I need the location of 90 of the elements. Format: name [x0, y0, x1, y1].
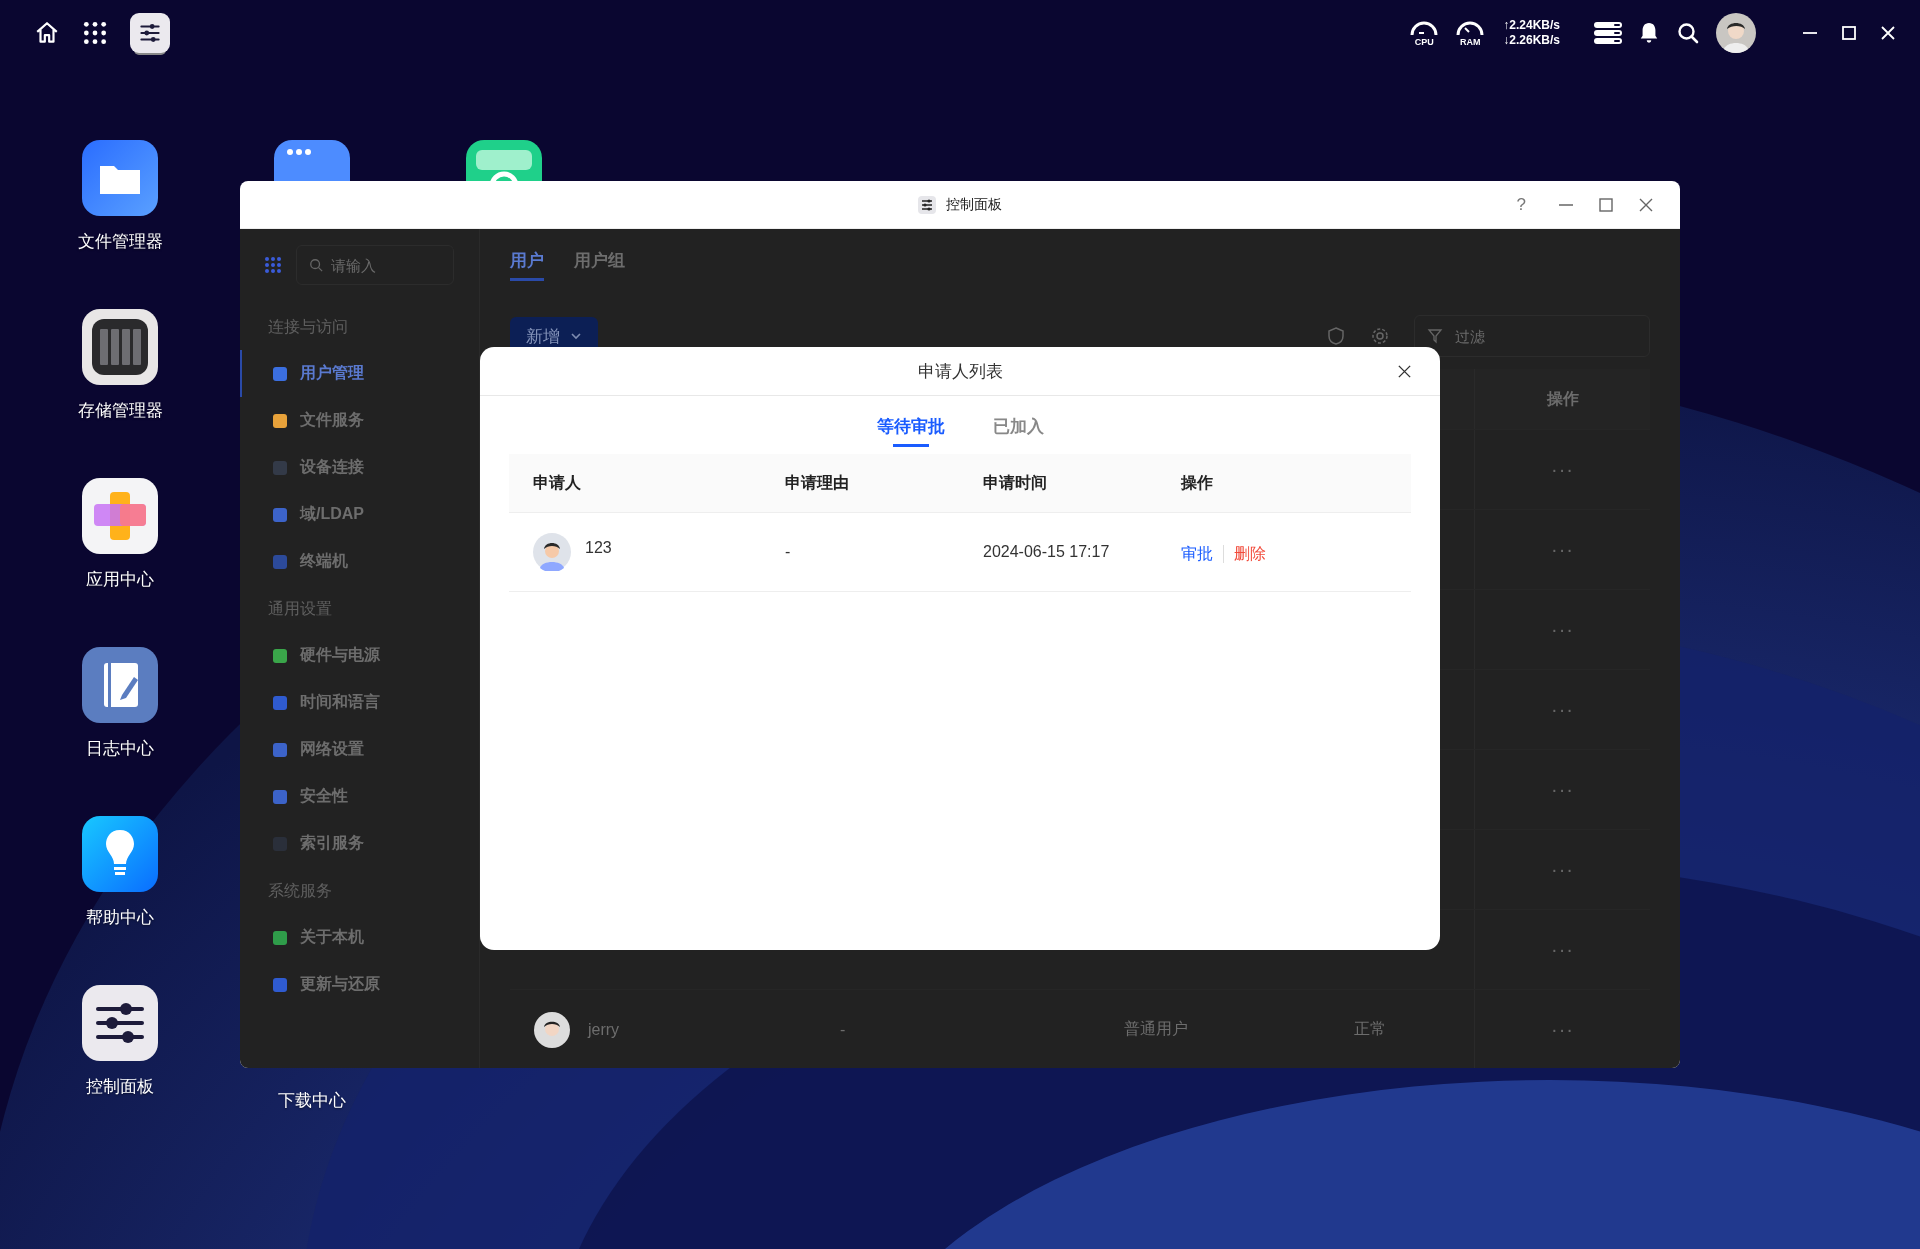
widgets-icon[interactable]	[1594, 21, 1622, 45]
sidebar-item[interactable]: 索引服务	[240, 820, 479, 867]
help-button[interactable]: ?	[1516, 195, 1526, 215]
notification-bell-icon[interactable]	[1638, 21, 1660, 45]
settings-icon[interactable]	[1370, 326, 1390, 346]
sidebar-item[interactable]: 安全性	[240, 773, 479, 820]
column-header: 申请人	[532, 472, 582, 493]
table-cell: 2024-06-15 17:17	[983, 543, 1110, 561]
tab[interactable]: 用户	[510, 243, 544, 281]
column-header: 操作	[1179, 472, 1214, 493]
column-header: 操作	[1474, 369, 1650, 429]
sidebar-item[interactable]: 域/LDAP	[240, 491, 479, 538]
table-cell: -	[840, 1020, 846, 1039]
more-button[interactable]: ···	[1551, 1018, 1574, 1041]
search-icon[interactable]	[1676, 21, 1700, 45]
shield-icon[interactable]	[1326, 326, 1346, 346]
sidebar-item[interactable]: 终端机	[240, 538, 479, 585]
square-icon	[272, 835, 288, 852]
upload-speed: ↑2.24KB/s	[1503, 18, 1560, 33]
avatar-icon[interactable]	[1716, 13, 1756, 53]
app-label[interactable]: 下载中心	[278, 1089, 346, 1112]
cpu-label: CPU	[1414, 37, 1434, 47]
square-icon	[272, 694, 288, 711]
more-button[interactable]: ···	[1551, 938, 1574, 961]
sidebar-item[interactable]: 更新与还原	[240, 961, 479, 1008]
sidebar-item[interactable]: 硬件与电源	[240, 632, 479, 679]
table-cell: -	[785, 543, 791, 561]
tab[interactable]: 已加入	[992, 408, 1044, 447]
more-button[interactable]: ···	[1551, 618, 1574, 641]
app-label[interactable]: 帮助中心	[86, 906, 154, 929]
more-button[interactable]: ···	[1551, 458, 1574, 481]
caret-icon	[570, 330, 582, 342]
square-icon	[272, 553, 288, 570]
square-icon	[272, 929, 288, 946]
sidebar-item[interactable]: 设备连接	[240, 444, 479, 491]
section-heading: 通用设置	[267, 599, 333, 619]
square-icon	[272, 976, 288, 993]
more-button[interactable]: ···	[1551, 538, 1574, 561]
app-label[interactable]: 应用中心	[86, 568, 154, 591]
tab[interactable]: 等待审批	[876, 408, 945, 447]
square-icon	[272, 506, 288, 523]
approve-link[interactable]: 审批	[1181, 543, 1213, 565]
storage-drives-app-icon[interactable]	[82, 309, 158, 385]
gauge-icon	[1455, 19, 1486, 37]
download-speed: ↓2.26KB/s	[1503, 33, 1560, 48]
square-icon	[272, 647, 288, 664]
app-label[interactable]: 日志中心	[86, 737, 154, 760]
sidebar-item[interactable]: 关于本机	[240, 914, 479, 961]
search-field[interactable]: 请输入	[296, 245, 454, 285]
app-label[interactable]: 控制面板	[86, 1075, 154, 1098]
more-button[interactable]: ···	[1551, 858, 1574, 881]
home-icon[interactable]	[34, 20, 60, 46]
sliders-app-icon[interactable]	[82, 985, 158, 1061]
avatar-icon	[533, 533, 571, 571]
control-panel-taskbar-icon[interactable]	[130, 13, 170, 53]
dialog-title: 申请人列表	[917, 360, 1003, 383]
close-icon[interactable]	[1397, 364, 1412, 379]
more-button[interactable]: ···	[1551, 698, 1574, 721]
square-icon	[272, 741, 288, 758]
gauge-icon	[1409, 19, 1440, 37]
app-grid-icon[interactable]	[82, 20, 108, 46]
square-icon	[272, 459, 288, 476]
square-icon	[272, 412, 288, 429]
window-title: 控制面板	[946, 195, 1002, 214]
delete-link[interactable]: 删除	[1234, 543, 1266, 565]
section-heading: 系统服务	[267, 881, 333, 901]
sidebar-item[interactable]: 时间和语言	[240, 679, 479, 726]
app-label[interactable]: 存储管理器	[77, 399, 163, 422]
sidebar-item[interactable]: 网络设置	[240, 726, 479, 773]
ram-label: RAM	[1460, 37, 1481, 47]
filter-field[interactable]: 过滤	[1414, 315, 1650, 357]
applicant-name: 123	[585, 539, 612, 557]
app-label[interactable]: 文件管理器	[77, 230, 163, 253]
table-cell-text: 正常	[1354, 1019, 1386, 1039]
user-name: jerry	[588, 1020, 620, 1039]
app-center-icon[interactable]	[82, 478, 158, 554]
tab[interactable]: 用户组	[574, 243, 625, 281]
section-heading: 连接与访问	[267, 317, 349, 337]
square-icon	[272, 365, 288, 382]
avatar-icon	[534, 1011, 570, 1048]
notebook-pen-icon[interactable]	[82, 647, 158, 723]
sidebar-item[interactable]: 文件服务	[240, 397, 479, 444]
light-bulb-app-icon[interactable]	[82, 816, 158, 892]
more-button[interactable]: ···	[1551, 778, 1574, 801]
column-header: 申请理由	[784, 472, 850, 493]
folder-app-icon[interactable]	[82, 140, 158, 216]
square-icon	[272, 788, 288, 805]
sliders-icon	[918, 195, 936, 214]
column-header: 申请时间	[982, 472, 1048, 493]
table-cell-text: 普通用户	[1124, 1019, 1188, 1039]
